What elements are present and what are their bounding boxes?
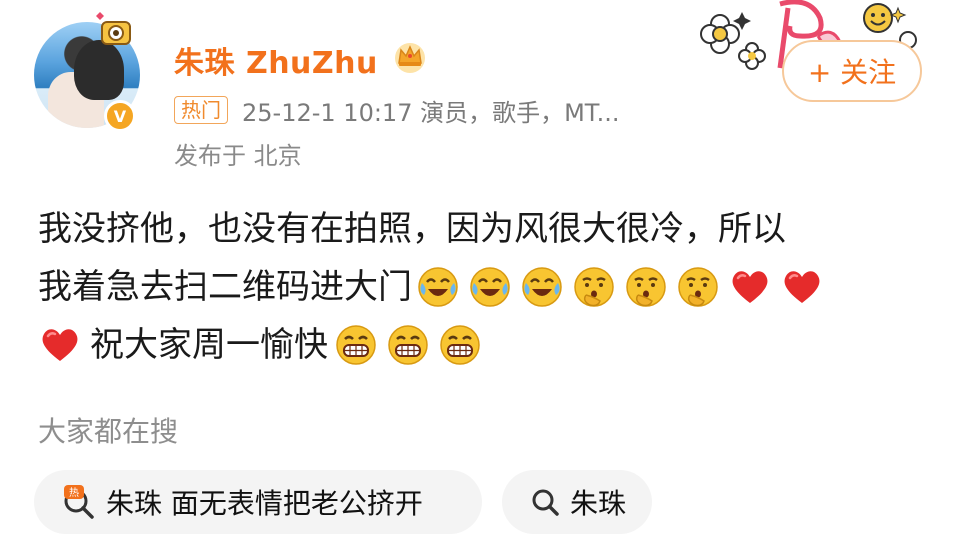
follow-button[interactable]: + 关注 <box>782 40 922 102</box>
camera-icon <box>96 12 131 45</box>
heart-emoji <box>728 265 772 309</box>
laugh-cry-emoji <box>520 265 564 309</box>
time-and-source: 25-12-1 10:17 演员，歌手，MT... <box>242 98 620 127</box>
search-icon <box>530 487 560 517</box>
grin-emoji <box>386 323 430 367</box>
emoji-group <box>334 323 490 367</box>
emoji-group <box>38 323 90 367</box>
emoji-group <box>416 265 832 309</box>
grin-emoji <box>438 323 482 367</box>
search-chip-label: 朱珠 面无表情把老公挤开 <box>106 487 423 520</box>
grin-emoji <box>334 323 378 367</box>
content-text: 我没挤他，也没有在拍照，因为风很大很冷，所以 <box>38 209 786 249</box>
hot-search-icon: 热 <box>62 485 96 519</box>
post-content: 我没挤他，也没有在拍照，因为风很大很冷，所以 我着急去扫二维码进大门 祝大家周一… <box>38 200 918 374</box>
thinking-emoji <box>624 265 668 309</box>
heart-emoji <box>780 265 824 309</box>
crown-icon <box>395 43 425 73</box>
content-text: 我着急去扫二维码进大门 <box>38 267 412 307</box>
search-chip[interactable]: 朱珠 <box>502 470 652 534</box>
post-meta: 热门 25-12-1 10:17 演员，歌手，MT... <box>174 94 620 127</box>
search-chip[interactable]: 热 朱珠 面无表情把老公挤开 <box>34 470 482 534</box>
thinking-emoji <box>676 265 720 309</box>
svg-text:热: 热 <box>69 486 79 499</box>
heart-emoji <box>38 323 82 367</box>
search-chip-label: 朱珠 <box>570 487 627 520</box>
thinking-emoji <box>572 265 616 309</box>
post-location: 发布于 北京 <box>174 142 302 170</box>
content-line: 祝大家周一愉快 <box>38 316 918 374</box>
laugh-cry-emoji <box>468 265 512 309</box>
hot-tag: 热门 <box>174 96 228 124</box>
content-line: 我没挤他，也没有在拍照，因为风很大很冷，所以 <box>38 200 918 258</box>
search-section-title: 大家都在搜 <box>38 415 179 448</box>
author-name[interactable]: 朱珠 ZhuZhu <box>174 38 378 82</box>
verified-v-icon: V <box>104 100 136 132</box>
content-line: 我着急去扫二维码进大门 <box>38 258 918 316</box>
content-text: 祝大家周一愉快 <box>90 325 328 365</box>
laugh-cry-emoji <box>416 265 460 309</box>
